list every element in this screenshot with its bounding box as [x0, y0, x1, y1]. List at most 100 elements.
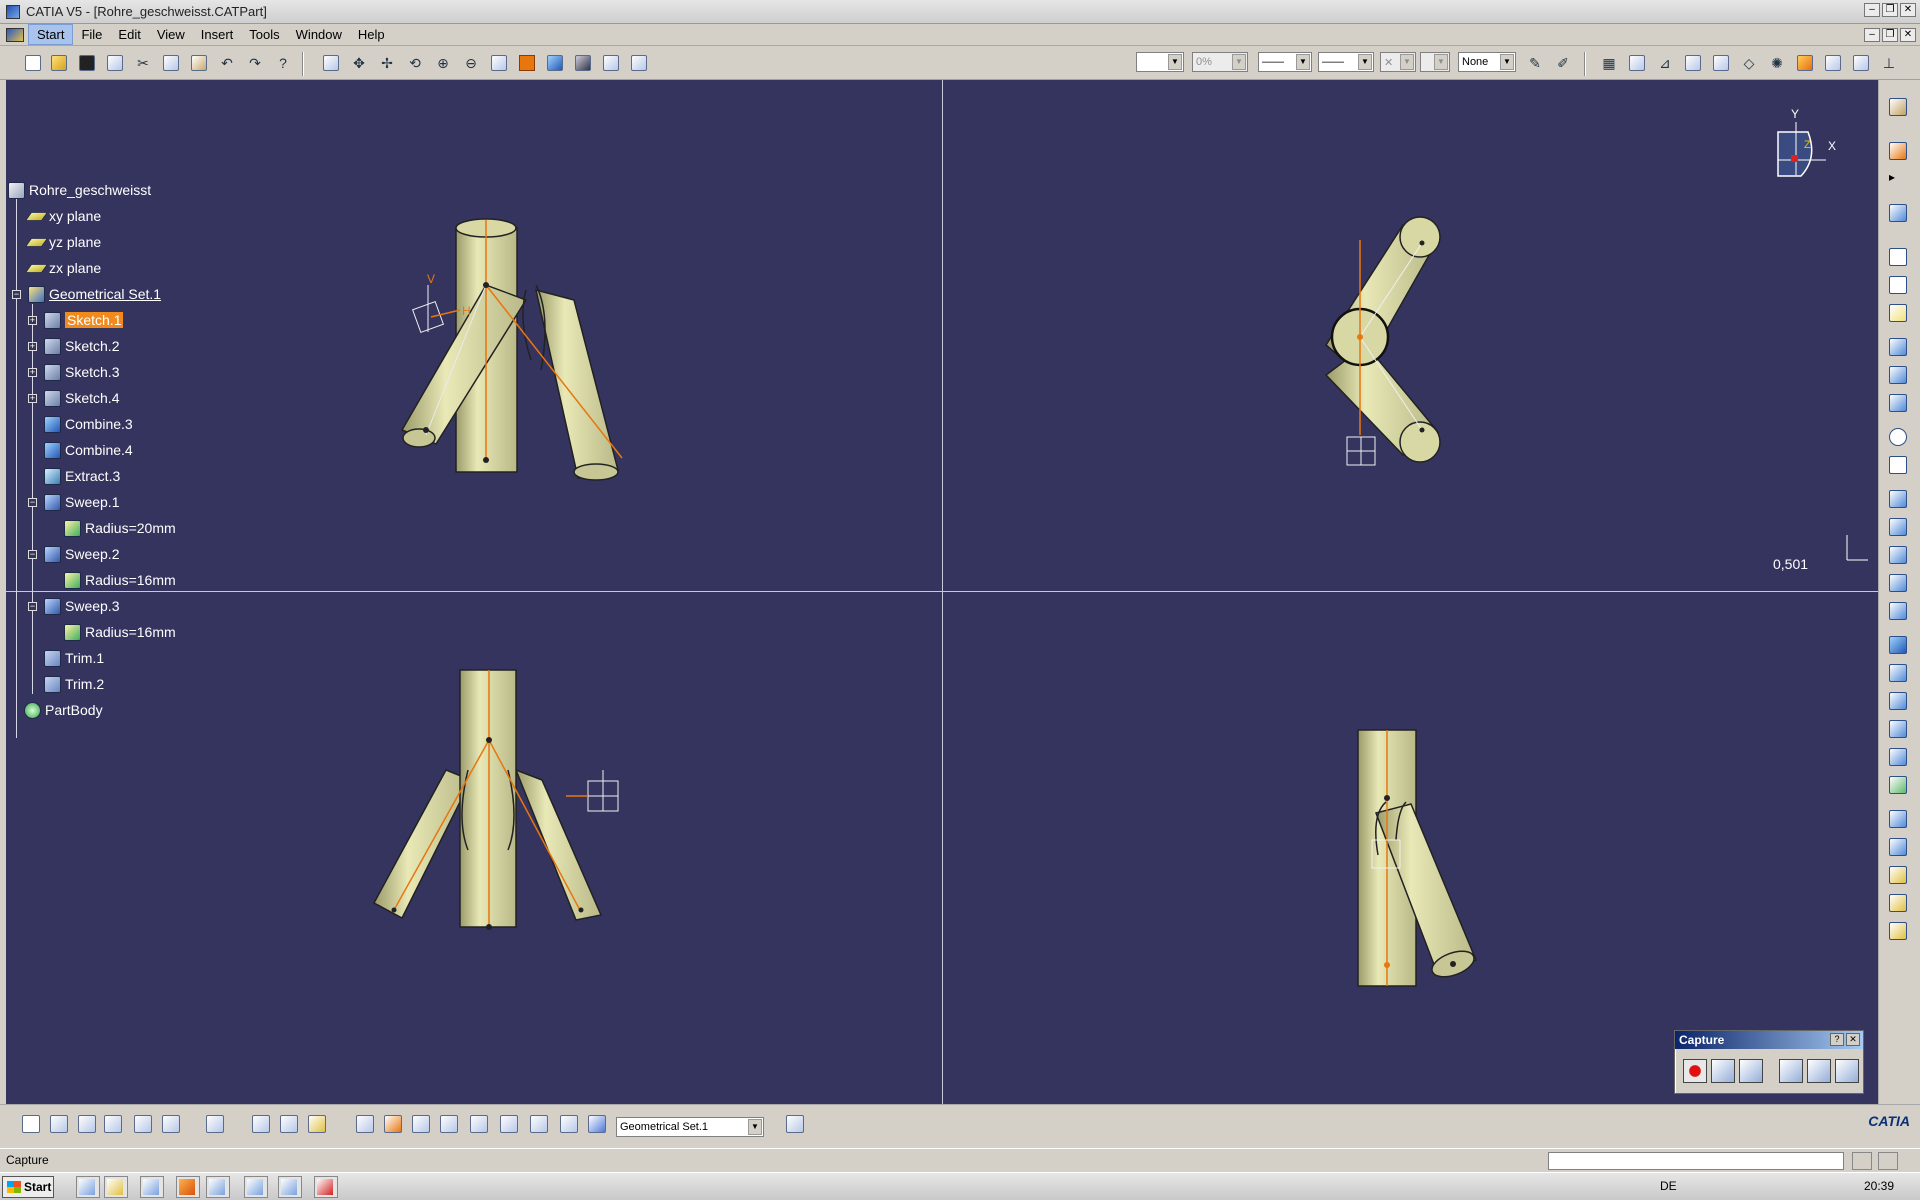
measure-item-icon[interactable]: [280, 1115, 302, 1137]
constraint-icon[interactable]: [1710, 52, 1732, 74]
menu-view[interactable]: View: [149, 25, 193, 44]
hybrid-icon[interactable]: [384, 1115, 406, 1137]
tree-node-xy-plane[interactable]: xy plane: [25, 206, 101, 226]
minimize-button[interactable]: –: [1864, 3, 1880, 17]
geometrical-set-selector[interactable]: Geometrical Set.1 ▼: [616, 1117, 764, 1137]
open-icon[interactable]: [48, 52, 70, 74]
multi-view-icon[interactable]: [516, 52, 538, 74]
measure-icon[interactable]: [1822, 52, 1844, 74]
expand-sketch3-icon[interactable]: +: [28, 368, 37, 377]
firefox-icon[interactable]: [176, 1176, 200, 1198]
axis-system-tool-icon[interactable]: [412, 1115, 434, 1137]
circle-icon[interactable]: [1889, 428, 1909, 448]
tree-node-sketch2[interactable]: Sketch.2: [44, 336, 119, 356]
capture-options-icon[interactable]: [1739, 1059, 1763, 1083]
grid-icon[interactable]: ▦: [1598, 52, 1620, 74]
line-thickness-combo[interactable]: —— ▼: [1258, 52, 1312, 72]
menu-edit[interactable]: Edit: [110, 25, 148, 44]
collapse-sweep2-icon[interactable]: −: [28, 550, 37, 559]
language-indicator[interactable]: DE: [1660, 1179, 1677, 1193]
sweep-tool-icon[interactable]: ◇: [1738, 52, 1760, 74]
trim-tool-icon[interactable]: [1889, 692, 1909, 712]
catia-task-icon[interactable]: [244, 1176, 268, 1198]
extrude-icon[interactable]: [1889, 338, 1909, 358]
line-icon[interactable]: [1889, 276, 1909, 296]
print-icon[interactable]: [104, 52, 126, 74]
redo-icon[interactable]: ↷: [244, 52, 266, 74]
capture-edit-icon[interactable]: [1835, 1059, 1859, 1083]
multi-section-icon[interactable]: [1889, 602, 1909, 622]
fillet-icon[interactable]: [1889, 720, 1909, 740]
compass[interactable]: [1777, 122, 1826, 177]
rendering-style-combo[interactable]: ▼: [1420, 52, 1450, 72]
tree-node-extract3[interactable]: Extract.3: [44, 466, 120, 486]
tree-node-zx-plane[interactable]: zx plane: [25, 258, 101, 278]
shading-icon[interactable]: [572, 52, 594, 74]
sketch-tools-icon[interactable]: ⊿: [1654, 52, 1676, 74]
view-front[interactable]: [372, 669, 619, 930]
color-combo[interactable]: ▼: [1136, 52, 1184, 72]
save-icon[interactable]: [76, 52, 98, 74]
swap-space-icon[interactable]: [628, 52, 650, 74]
repetition-icon[interactable]: [1889, 810, 1909, 830]
loft-icon[interactable]: [1889, 546, 1909, 566]
menu-insert[interactable]: Insert: [193, 25, 242, 44]
document-icon[interactable]: [6, 27, 24, 42]
spline-icon[interactable]: [1889, 456, 1909, 476]
tree-node-radius3[interactable]: Radius=16mm: [64, 622, 176, 642]
capture-help-button[interactable]: ?: [1830, 1033, 1844, 1046]
fit-all-icon[interactable]: ✥: [348, 52, 370, 74]
expand-sketch1-icon[interactable]: +: [28, 316, 37, 325]
revolve-icon[interactable]: [1889, 366, 1909, 386]
status-button-1[interactable]: [1852, 1152, 1872, 1170]
rotate-icon[interactable]: ⟲: [404, 52, 426, 74]
tree-node-sweep2[interactable]: Sweep.2: [44, 544, 119, 564]
doc-close-button[interactable]: ✕: [1900, 28, 1916, 42]
catia-app-icon[interactable]: [6, 4, 20, 19]
paste-icon[interactable]: [188, 52, 210, 74]
expand-sketch2-icon[interactable]: +: [28, 342, 37, 351]
apply-material-icon[interactable]: [1794, 52, 1816, 74]
menu-window[interactable]: Window: [288, 25, 350, 44]
extrapolate-icon[interactable]: [1889, 776, 1909, 796]
formula-icon[interactable]: [22, 1115, 44, 1137]
normal-view-icon[interactable]: [488, 52, 510, 74]
workbench-icon[interactable]: [1889, 98, 1909, 118]
undo-icon[interactable]: ↶: [216, 52, 238, 74]
measure-between-icon[interactable]: [252, 1115, 274, 1137]
copy-icon[interactable]: [160, 52, 182, 74]
tree-node-partbody[interactable]: PartBody: [24, 700, 103, 720]
tree-node-sketch3[interactable]: Sketch.3: [44, 362, 119, 382]
album-icon[interactable]: [1779, 1059, 1803, 1083]
view-side[interactable]: [1357, 729, 1477, 987]
table-icon[interactable]: [104, 1115, 126, 1137]
translate-icon[interactable]: [1889, 748, 1909, 768]
new-icon[interactable]: [22, 52, 44, 74]
command-input[interactable]: [1548, 1152, 1844, 1170]
measure-inertia-icon[interactable]: [308, 1115, 330, 1137]
zoom-out-icon[interactable]: ⊖: [460, 52, 482, 74]
tree-node-radius2[interactable]: Radius=16mm: [64, 570, 176, 590]
menu-help[interactable]: Help: [350, 25, 393, 44]
tree-node-sketch1[interactable]: Sketch.1: [44, 310, 124, 330]
display-icon[interactable]: [1850, 52, 1872, 74]
layer-combo[interactable]: None ▼: [1458, 52, 1516, 72]
media-icon[interactable]: [140, 1176, 164, 1198]
ie-icon[interactable]: [76, 1176, 100, 1198]
tree-node-sweep1[interactable]: Sweep.1: [44, 492, 119, 512]
offset-icon[interactable]: [1889, 394, 1909, 414]
view-iso[interactable]: [400, 218, 623, 481]
join-icon[interactable]: [1889, 636, 1909, 656]
snap-point-icon[interactable]: [470, 1115, 492, 1137]
check-icon[interactable]: [162, 1115, 184, 1137]
axis-system-icon[interactable]: ⊥: [1878, 52, 1900, 74]
collapse-geoset-icon[interactable]: −: [12, 290, 21, 299]
status-button-2[interactable]: [1878, 1152, 1898, 1170]
law-icon[interactable]: [78, 1115, 100, 1137]
split-icon[interactable]: [1889, 664, 1909, 684]
surface-analysis-icon[interactable]: [560, 1115, 582, 1137]
fly-mode-icon[interactable]: [320, 52, 342, 74]
whats-this-icon[interactable]: ?: [272, 52, 294, 74]
sketcher-icon[interactable]: [1889, 204, 1909, 224]
app-icon[interactable]: [206, 1176, 230, 1198]
